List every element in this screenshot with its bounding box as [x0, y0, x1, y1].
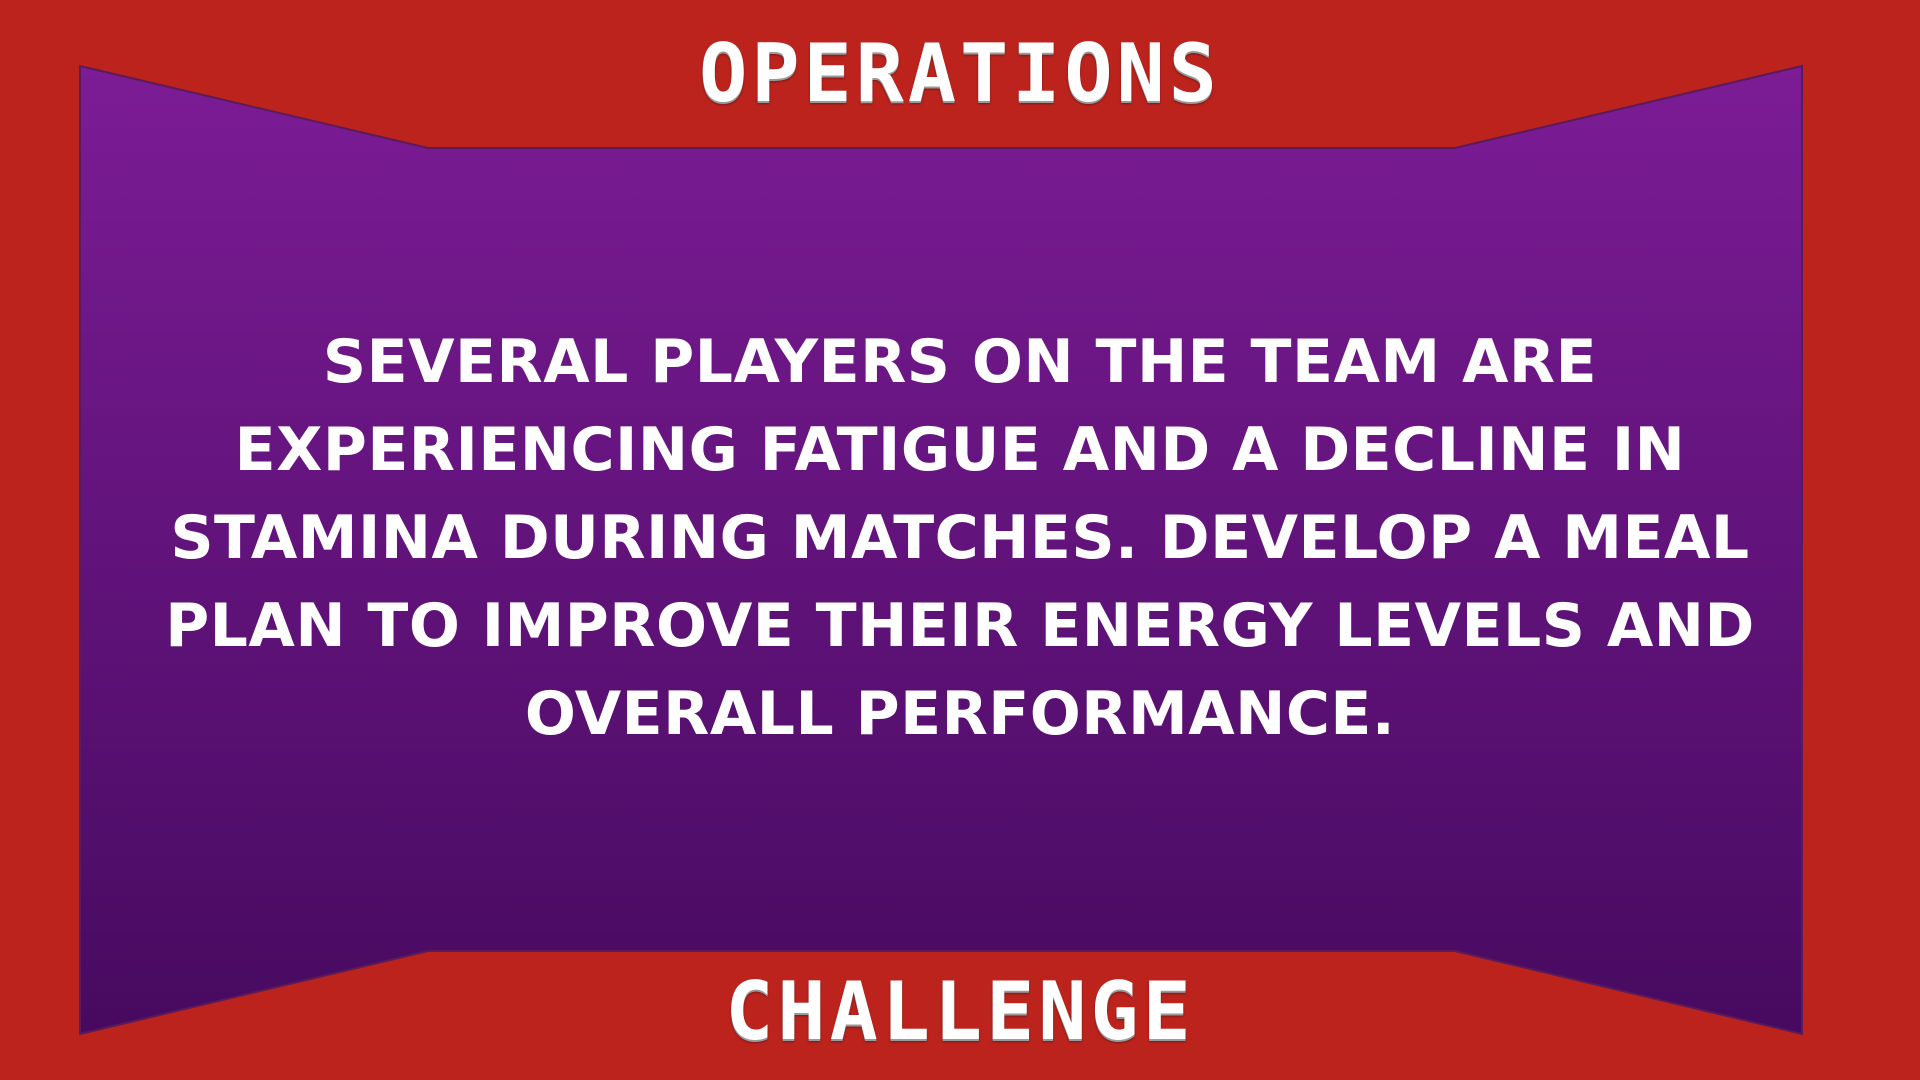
slide-title: OPERATIONS — [699, 27, 1221, 120]
challenge-text: SEVERAL PLAYERS ON THE TEAM ARE EXPERIEN… — [165, 327, 1755, 749]
slide-subtitle: CHALLENGE — [725, 965, 1195, 1058]
slide-frame: OPERATIONS SEVERAL PLAYERS ON THE TEAM A… — [0, 0, 1920, 1080]
